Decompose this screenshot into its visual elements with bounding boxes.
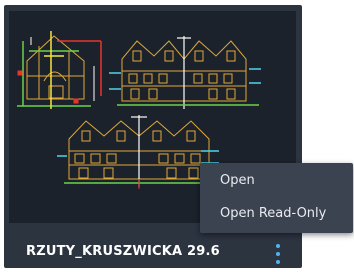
vertical-ellipsis-icon[interactable] bbox=[272, 243, 284, 265]
menu-item-open-read-only[interactable]: Open Read-Only bbox=[220, 206, 326, 221]
menu-item-open[interactable]: Open bbox=[220, 173, 255, 188]
file-title: RZUTY_KRUSZWICKA 29.6 bbox=[26, 244, 220, 259]
context-menu: Open Open Read-Only bbox=[200, 163, 353, 233]
